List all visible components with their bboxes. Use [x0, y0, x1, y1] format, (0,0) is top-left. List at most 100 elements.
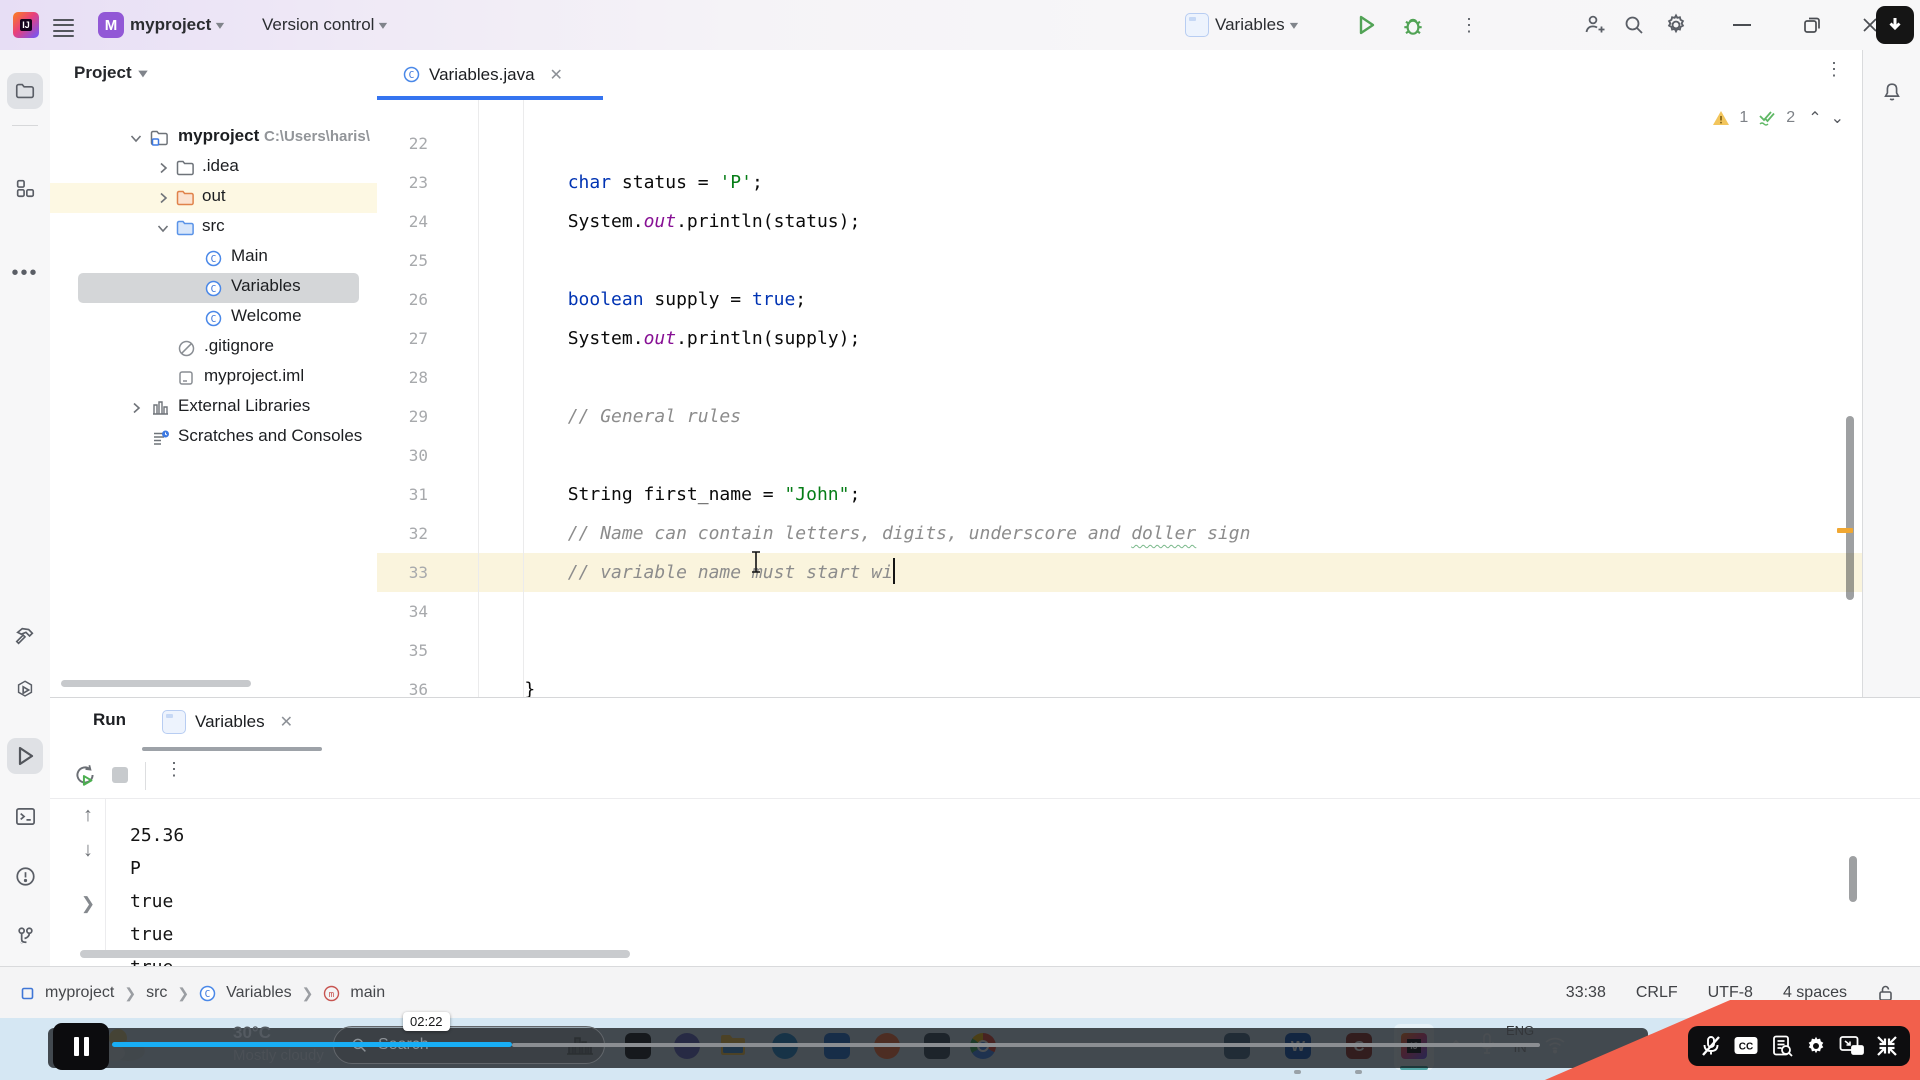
code-line-32[interactable]: 32 // Name can contain letters, digits, … — [377, 514, 1862, 553]
settings-button[interactable] — [1656, 0, 1696, 50]
recorder-hide-button[interactable] — [1876, 6, 1914, 44]
breadcrumb-class[interactable]: Variables — [226, 984, 292, 1002]
line-ending-widget[interactable]: CRLF — [1636, 984, 1678, 1002]
tree-item--gitignore[interactable]: .gitignore — [50, 333, 377, 363]
debug-button[interactable] — [1400, 0, 1426, 50]
recorder-settings-button[interactable] — [1804, 1034, 1828, 1058]
stop-button[interactable] — [112, 767, 128, 783]
build-toolwindow-button[interactable] — [7, 618, 43, 654]
recorder-collapse-button[interactable] — [1875, 1034, 1899, 1058]
down-arrow-icon[interactable]: ↓ — [83, 839, 93, 862]
bell-icon — [1881, 81, 1903, 103]
caret-position-widget[interactable]: 33:38 — [1566, 984, 1606, 1002]
chevron-right-icon[interactable] — [128, 400, 144, 416]
tree-item-myproject-iml[interactable]: myproject.iml — [50, 363, 377, 393]
tree-item-myproject[interactable]: myproject C:\Users\haris\ — [50, 123, 377, 153]
console-vscrollbar[interactable] — [1849, 856, 1857, 902]
chevron-down-icon[interactable] — [155, 220, 171, 236]
tab-close-icon[interactable]: ✕ — [550, 65, 563, 85]
services-toolwindow-button[interactable] — [7, 672, 43, 708]
breadcrumb-project[interactable]: myproject — [45, 984, 114, 1002]
code-line-27[interactable]: 27 System.out.println(supply); — [377, 319, 1862, 358]
add-user-button[interactable] — [1574, 0, 1614, 50]
tree-item-out[interactable]: out — [50, 183, 377, 213]
git-toolwindow-button[interactable] — [7, 918, 43, 954]
recorder-progress-played[interactable] — [112, 1042, 512, 1047]
chevron-right-icon[interactable] — [155, 160, 171, 176]
code-line-25[interactable]: 25 — [377, 241, 1862, 280]
expand-icon[interactable]: ❯ — [81, 894, 95, 914]
vcs-widget[interactable]: Version control ▾ — [262, 0, 386, 50]
terminal-toolwindow-button[interactable] — [7, 798, 43, 834]
recorder-script-search-button[interactable] — [1770, 1034, 1794, 1058]
more-actions-button[interactable]: ⋮ — [1460, 0, 1478, 50]
code-line-31[interactable]: 31 String first_name = "John"; — [377, 475, 1862, 514]
console-output[interactable]: 25.36 P true true true — [130, 819, 184, 984]
recorder-pip-button[interactable] — [1839, 1035, 1865, 1057]
run-toolwindow-button[interactable] — [7, 738, 43, 774]
code-editor[interactable]: 2223 char status = 'P';24 System.out.pri… — [377, 100, 1862, 697]
encoding-widget[interactable]: UTF-8 — [1708, 984, 1753, 1002]
run-tab-close-icon[interactable]: ✕ — [280, 712, 293, 732]
console-options-button[interactable]: ⋮ — [165, 766, 183, 772]
breadcrumbs: myproject ❯ src ❯ C Variables ❯ m main — [0, 984, 385, 1002]
run-button[interactable] — [1354, 0, 1378, 50]
up-arrow-icon[interactable]: ↑ — [83, 804, 93, 827]
project-panel-header[interactable]: Project ▾ — [50, 50, 377, 96]
chevron-down-icon[interactable] — [128, 130, 144, 146]
text-caret — [893, 558, 895, 584]
language-indicator[interactable]: ENG IN — [1506, 1022, 1534, 1056]
tree-item-main[interactable]: CMain — [50, 243, 377, 273]
rerun-button[interactable] — [72, 762, 98, 788]
code-line-30[interactable]: 30 — [377, 436, 1862, 475]
recorder-pause-button[interactable] — [53, 1023, 109, 1070]
next-problem-icon[interactable]: ⌄ — [1831, 108, 1844, 128]
chevron-right-icon[interactable] — [155, 190, 171, 206]
tree-item-scratches-and-consoles[interactable]: Scratches and Consoles — [50, 423, 377, 453]
project-panel-hscrollbar[interactable] — [61, 680, 251, 687]
minimize-button[interactable] — [1722, 0, 1762, 50]
problems-toolwindow-button[interactable] — [7, 858, 43, 894]
code-line-36[interactable]: 36 } — [377, 670, 1862, 697]
tree-item--idea[interactable]: .idea — [50, 153, 377, 183]
tree-item-src[interactable]: src — [50, 213, 377, 243]
person-add-icon — [1582, 13, 1606, 37]
code-line-35[interactable]: 35 — [377, 631, 1862, 670]
tab-variables-java[interactable]: C Variables.java ✕ — [377, 50, 581, 99]
run-config-selector[interactable]: Variables ▾ — [1185, 0, 1297, 50]
recorder-mic-muted-button[interactable] — [1699, 1034, 1723, 1058]
tree-item-welcome[interactable]: CWelcome — [50, 303, 377, 333]
unlock-icon[interactable] — [1877, 984, 1894, 1002]
code-line-29[interactable]: 29 // General rules — [377, 397, 1862, 436]
breadcrumb-method[interactable]: main — [350, 984, 385, 1002]
indent-widget[interactable]: 4 spaces — [1783, 984, 1847, 1002]
project-widget[interactable]: M myproject ▾ — [98, 0, 223, 50]
run-tab-variables[interactable]: Variables ✕ — [162, 698, 293, 746]
editor-vscrollbar[interactable] — [1846, 416, 1854, 600]
tree-item-variables[interactable]: CVariables — [50, 273, 377, 303]
wifi-tray-icon[interactable] — [1544, 1036, 1566, 1054]
search-everywhere-button[interactable] — [1614, 0, 1654, 50]
more-toolwindows-button[interactable]: ••• — [7, 255, 43, 291]
structure-toolwindow-button[interactable] — [7, 170, 43, 206]
tab-options-button[interactable]: ⋮ — [1825, 66, 1843, 72]
tree-item-label: .gitignore — [204, 336, 274, 356]
code-line-22[interactable]: 22 — [377, 124, 1862, 163]
project-toolwindow-button[interactable] — [7, 73, 43, 109]
restore-button[interactable] — [1792, 0, 1832, 50]
recorder-progress-remaining[interactable] — [512, 1043, 1540, 1047]
code-line-24[interactable]: 24 System.out.println(status); — [377, 202, 1862, 241]
code-line-34[interactable]: 34 — [377, 592, 1862, 631]
recorder-captions-button[interactable]: CC — [1733, 1035, 1759, 1057]
breadcrumb-src[interactable]: src — [146, 984, 167, 1002]
code-line-28[interactable]: 28 — [377, 358, 1862, 397]
prev-problem-icon[interactable]: ⌃ — [1808, 108, 1821, 128]
console-hscrollbar[interactable] — [80, 950, 630, 958]
code-line-23[interactable]: 23 char status = 'P'; — [377, 163, 1862, 202]
code-line-26[interactable]: 26 boolean supply = true; — [377, 280, 1862, 319]
notifications-button[interactable] — [1874, 74, 1910, 110]
tree-item-external-libraries[interactable]: External Libraries — [50, 393, 377, 423]
code-line-33[interactable]: 33 // variable name must start wi — [377, 553, 1862, 592]
line-number: 23 — [377, 163, 428, 202]
inspections-widget[interactable]: 1 2 ⌃ ⌄ — [1712, 108, 1844, 128]
